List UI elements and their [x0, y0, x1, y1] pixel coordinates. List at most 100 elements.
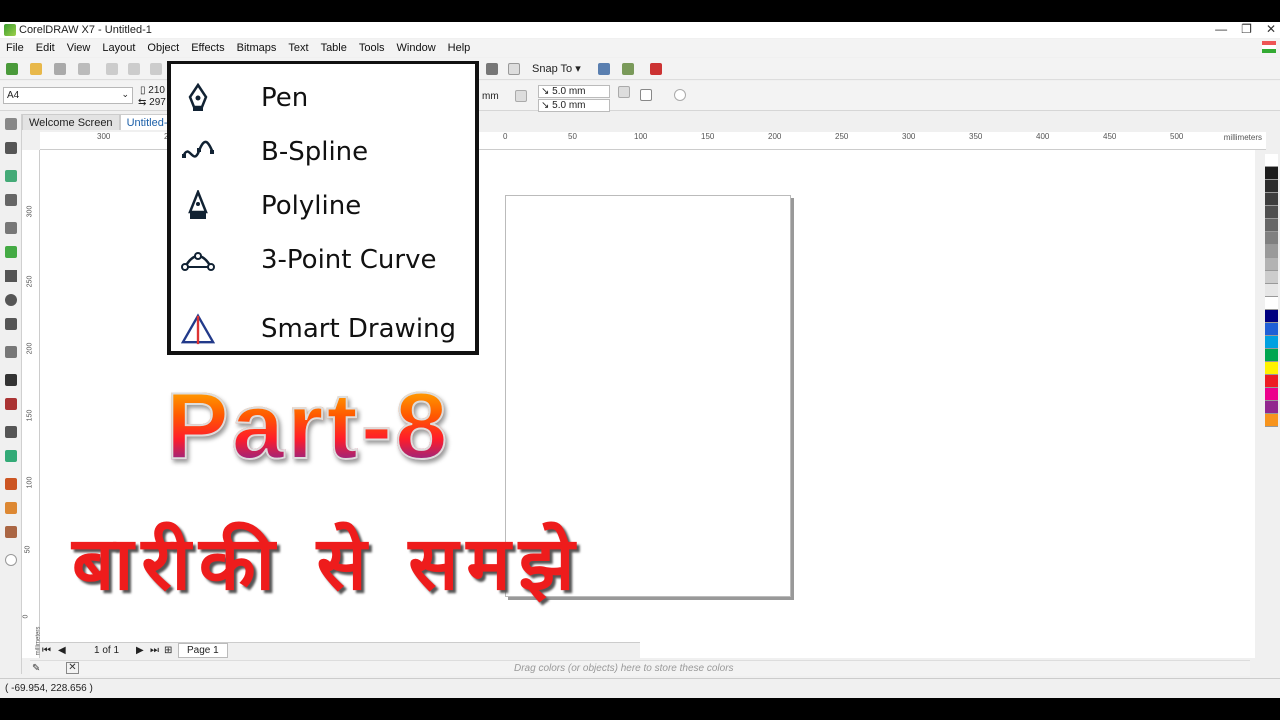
eyedropper-icon[interactable]: ✎	[32, 663, 40, 674]
add-tool-icon[interactable]	[5, 554, 17, 566]
menu-item-smart-drawing[interactable]: Smart Drawing	[181, 309, 471, 349]
rectangle-tool-icon[interactable]	[5, 270, 17, 282]
maximize-icon[interactable]: ❐	[1241, 22, 1252, 36]
palette-swatch[interactable]	[1265, 180, 1278, 193]
cut-icon[interactable]	[106, 63, 118, 75]
palette-swatch[interactable]	[1265, 375, 1278, 388]
palette-swatch[interactable]	[1265, 167, 1278, 180]
menu-table[interactable]: Table	[321, 42, 347, 54]
last-page-icon[interactable]: ⏭	[150, 645, 159, 656]
drop-shadow-tool-icon[interactable]	[5, 426, 17, 438]
snap-icon[interactable]	[508, 63, 520, 75]
align-icon[interactable]	[622, 63, 634, 75]
smart-drawing-icon	[181, 313, 215, 345]
palette-swatch[interactable]	[1265, 349, 1278, 362]
b-spline-icon	[181, 137, 215, 167]
zoom-tool-icon[interactable]	[5, 194, 17, 206]
options-icon[interactable]	[598, 63, 610, 75]
menu-layout[interactable]: Layout	[102, 42, 135, 54]
eyedropper-tool-icon[interactable]	[5, 478, 17, 490]
page-width-value[interactable]: ▯ 210	[140, 85, 165, 96]
transparency-tool-icon[interactable]	[5, 450, 17, 462]
palette-swatch[interactable]	[1265, 154, 1278, 167]
menu-text[interactable]: Text	[288, 42, 308, 54]
units-spinner-icon[interactable]	[515, 90, 527, 102]
palette-swatch[interactable]	[1265, 401, 1278, 414]
palette-swatch[interactable]	[1265, 336, 1278, 349]
palette-swatch[interactable]	[1265, 388, 1278, 401]
palette-swatch[interactable]	[1265, 362, 1278, 375]
first-page-icon[interactable]: ⏮	[42, 645, 51, 656]
new-document-icon[interactable]	[6, 63, 18, 75]
menu-item-polyline[interactable]: Polyline	[181, 186, 471, 226]
hindi-subtitle: बारीकी से समझे	[72, 521, 583, 607]
crop-tool-icon[interactable]	[5, 170, 17, 182]
view-icon[interactable]	[486, 63, 498, 75]
palette-swatch[interactable]	[1265, 258, 1278, 271]
smart-fill-tool-icon[interactable]	[5, 526, 17, 538]
menu-item-3-point-curve[interactable]: 3-Point Curve	[181, 240, 471, 280]
launcher-icon[interactable]	[650, 63, 662, 75]
palette-swatch[interactable]	[1265, 193, 1278, 206]
menu-edit[interactable]: Edit	[36, 42, 55, 54]
menu-item-pen[interactable]: Pen	[181, 78, 471, 118]
no-color-icon[interactable]: ✕	[66, 662, 79, 674]
color-palette[interactable]	[1265, 154, 1278, 474]
spinner-up-icon[interactable]	[618, 86, 630, 98]
paste-icon[interactable]	[150, 63, 162, 75]
menu-item-b-spline[interactable]: B-Spline	[181, 132, 471, 172]
nudge-y-field[interactable]: ↘ 5.0 mm	[538, 99, 610, 112]
palette-swatch[interactable]	[1265, 297, 1278, 310]
shape-tool-icon[interactable]	[5, 142, 17, 154]
palette-swatch[interactable]	[1265, 323, 1278, 336]
nudge-x-field[interactable]: ↘ 5.0 mm	[538, 85, 610, 98]
add-page-icon[interactable]: ⊞	[164, 645, 172, 656]
page-frame-icon[interactable]	[640, 89, 652, 101]
menu-object[interactable]: Object	[147, 42, 179, 54]
h-ruler-tick: 300	[97, 132, 111, 141]
menu-bitmaps[interactable]: Bitmaps	[237, 42, 277, 54]
v-ruler-tick: 200	[26, 342, 34, 355]
menu-file[interactable]: File	[6, 42, 24, 54]
palette-swatch[interactable]	[1265, 232, 1278, 245]
page-size-select[interactable]: A4 ⌄	[3, 87, 133, 104]
artistic-media-tool-icon[interactable]	[5, 246, 17, 258]
nudge-y-value: 5.0 mm	[552, 100, 586, 111]
connector-tool-icon[interactable]	[5, 398, 17, 410]
snap-to-dropdown[interactable]: Snap To ▾	[532, 62, 581, 75]
palette-swatch[interactable]	[1265, 284, 1278, 297]
document-palette-bar[interactable]: ✎ ✕ Drag colors (or objects) here to sto…	[30, 660, 1250, 676]
v-ruler-tick: 250	[26, 275, 34, 288]
palette-swatch[interactable]	[1265, 414, 1278, 427]
palette-swatch[interactable]	[1265, 206, 1278, 219]
freehand-tool-icon[interactable]	[5, 222, 17, 234]
menu-effects[interactable]: Effects	[191, 42, 224, 54]
snap-to-label: Snap To	[532, 63, 573, 75]
menu-tools[interactable]: Tools	[359, 42, 385, 54]
menu-window[interactable]: Window	[397, 42, 436, 54]
save-icon[interactable]	[54, 63, 66, 75]
menu-view[interactable]: View	[67, 42, 91, 54]
palette-swatch[interactable]	[1265, 219, 1278, 232]
palette-swatch[interactable]	[1265, 310, 1278, 323]
tab-welcome-screen[interactable]: Welcome Screen	[22, 114, 120, 130]
next-page-icon[interactable]: ▶	[136, 645, 144, 656]
palette-swatch[interactable]	[1265, 245, 1278, 258]
parallel-dimension-tool-icon[interactable]	[5, 374, 17, 386]
page-height-value[interactable]: ⇆ 297	[138, 97, 166, 108]
page-tab[interactable]: Page 1	[178, 643, 228, 658]
text-tool-icon[interactable]	[5, 346, 17, 358]
polygon-tool-icon[interactable]	[5, 318, 17, 330]
minimize-icon[interactable]: —	[1215, 22, 1227, 36]
pick-tool-icon[interactable]	[5, 118, 17, 130]
copy-icon[interactable]	[128, 63, 140, 75]
open-icon[interactable]	[30, 63, 42, 75]
print-icon[interactable]	[78, 63, 90, 75]
add-icon[interactable]	[674, 89, 686, 101]
close-icon[interactable]: ✕	[1266, 22, 1276, 36]
ellipse-tool-icon[interactable]	[5, 294, 17, 306]
palette-swatch[interactable]	[1265, 271, 1278, 284]
menu-help[interactable]: Help	[448, 42, 471, 54]
prev-page-icon[interactable]: ◀	[58, 645, 66, 656]
interactive-fill-tool-icon[interactable]	[5, 502, 17, 514]
